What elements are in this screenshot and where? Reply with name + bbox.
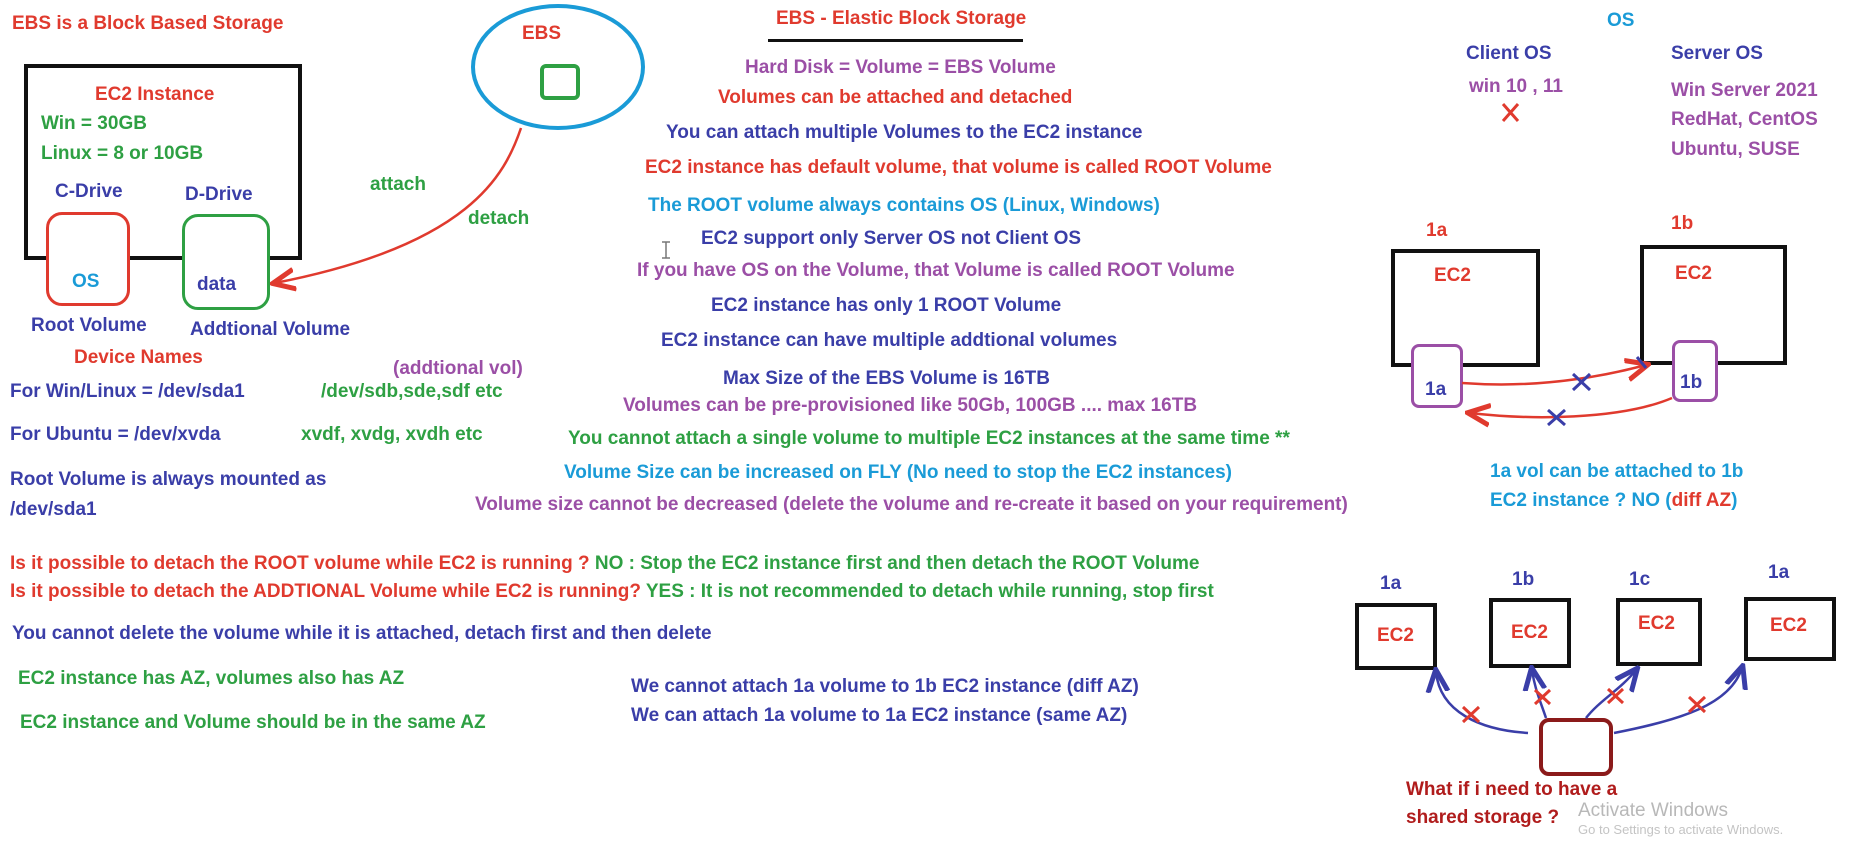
shared-arrow-1 — [1436, 672, 1529, 735]
vol-1a-to-ec2-1b-arrow — [1461, 365, 1646, 386]
activate-windows-hint: Go to Settings to activate Windows. — [1578, 822, 1784, 837]
client-os-cross — [1501, 103, 1520, 122]
activate-windows-watermark: Activate Windows — [1578, 800, 1728, 821]
shared-arrow-3 — [1585, 670, 1636, 719]
text-cursor-icon — [662, 241, 670, 259]
shared-arrow-4 — [1613, 668, 1742, 735]
diagram-arrows — [0, 103, 1855, 735]
shared-cross-marks — [1461, 687, 1707, 724]
attach-detach-arrow — [275, 127, 523, 283]
vol-1b-to-ec2-1a-arrow — [1470, 396, 1673, 417]
